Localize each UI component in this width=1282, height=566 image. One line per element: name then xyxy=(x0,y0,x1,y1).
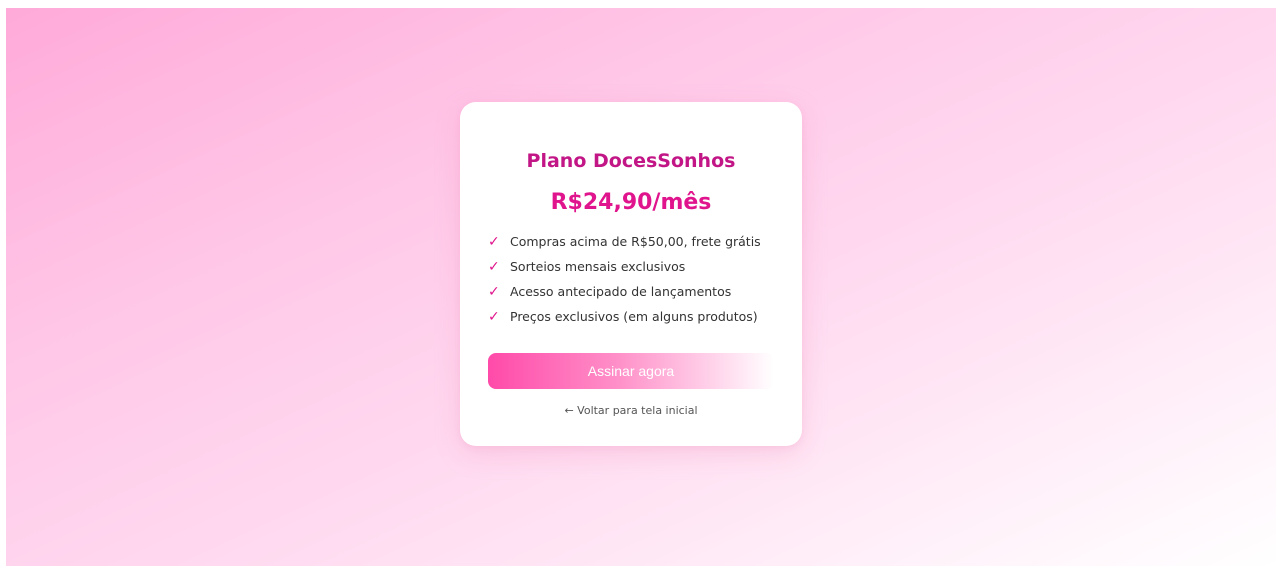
feature-item: ✓ Sorteios mensais exclusivos xyxy=(488,254,761,279)
page-background: Plano DocesSonhos R$24,90/mês ✓ Compras … xyxy=(6,8,1276,566)
check-icon: ✓ xyxy=(488,258,500,275)
feature-list: ✓ Compras acima de R$50,00, frete grátis… xyxy=(488,229,761,329)
check-icon: ✓ xyxy=(488,283,500,300)
feature-text: Sorteios mensais exclusivos xyxy=(510,259,686,274)
back-home-link[interactable]: ← Voltar para tela inicial xyxy=(460,404,802,417)
plan-price: R$24,90/mês xyxy=(550,190,712,215)
plan-title: Plano DocesSonhos xyxy=(526,150,736,172)
feature-item: ✓ Acesso antecipado de lançamentos xyxy=(488,279,761,304)
feature-text: Preços exclusivos (em alguns produtos) xyxy=(510,309,758,324)
feature-text: Acesso antecipado de lançamentos xyxy=(510,284,732,299)
feature-text: Compras acima de R$50,00, frete grátis xyxy=(510,234,761,249)
plan-card: Plano DocesSonhos R$24,90/mês ✓ Compras … xyxy=(460,102,802,446)
feature-item: ✓ Compras acima de R$50,00, frete grátis xyxy=(488,229,761,254)
check-icon: ✓ xyxy=(488,233,500,250)
check-icon: ✓ xyxy=(488,308,500,325)
feature-item: ✓ Preços exclusivos (em alguns produtos) xyxy=(488,304,761,329)
subscribe-button[interactable]: Assinar agora xyxy=(488,353,774,389)
